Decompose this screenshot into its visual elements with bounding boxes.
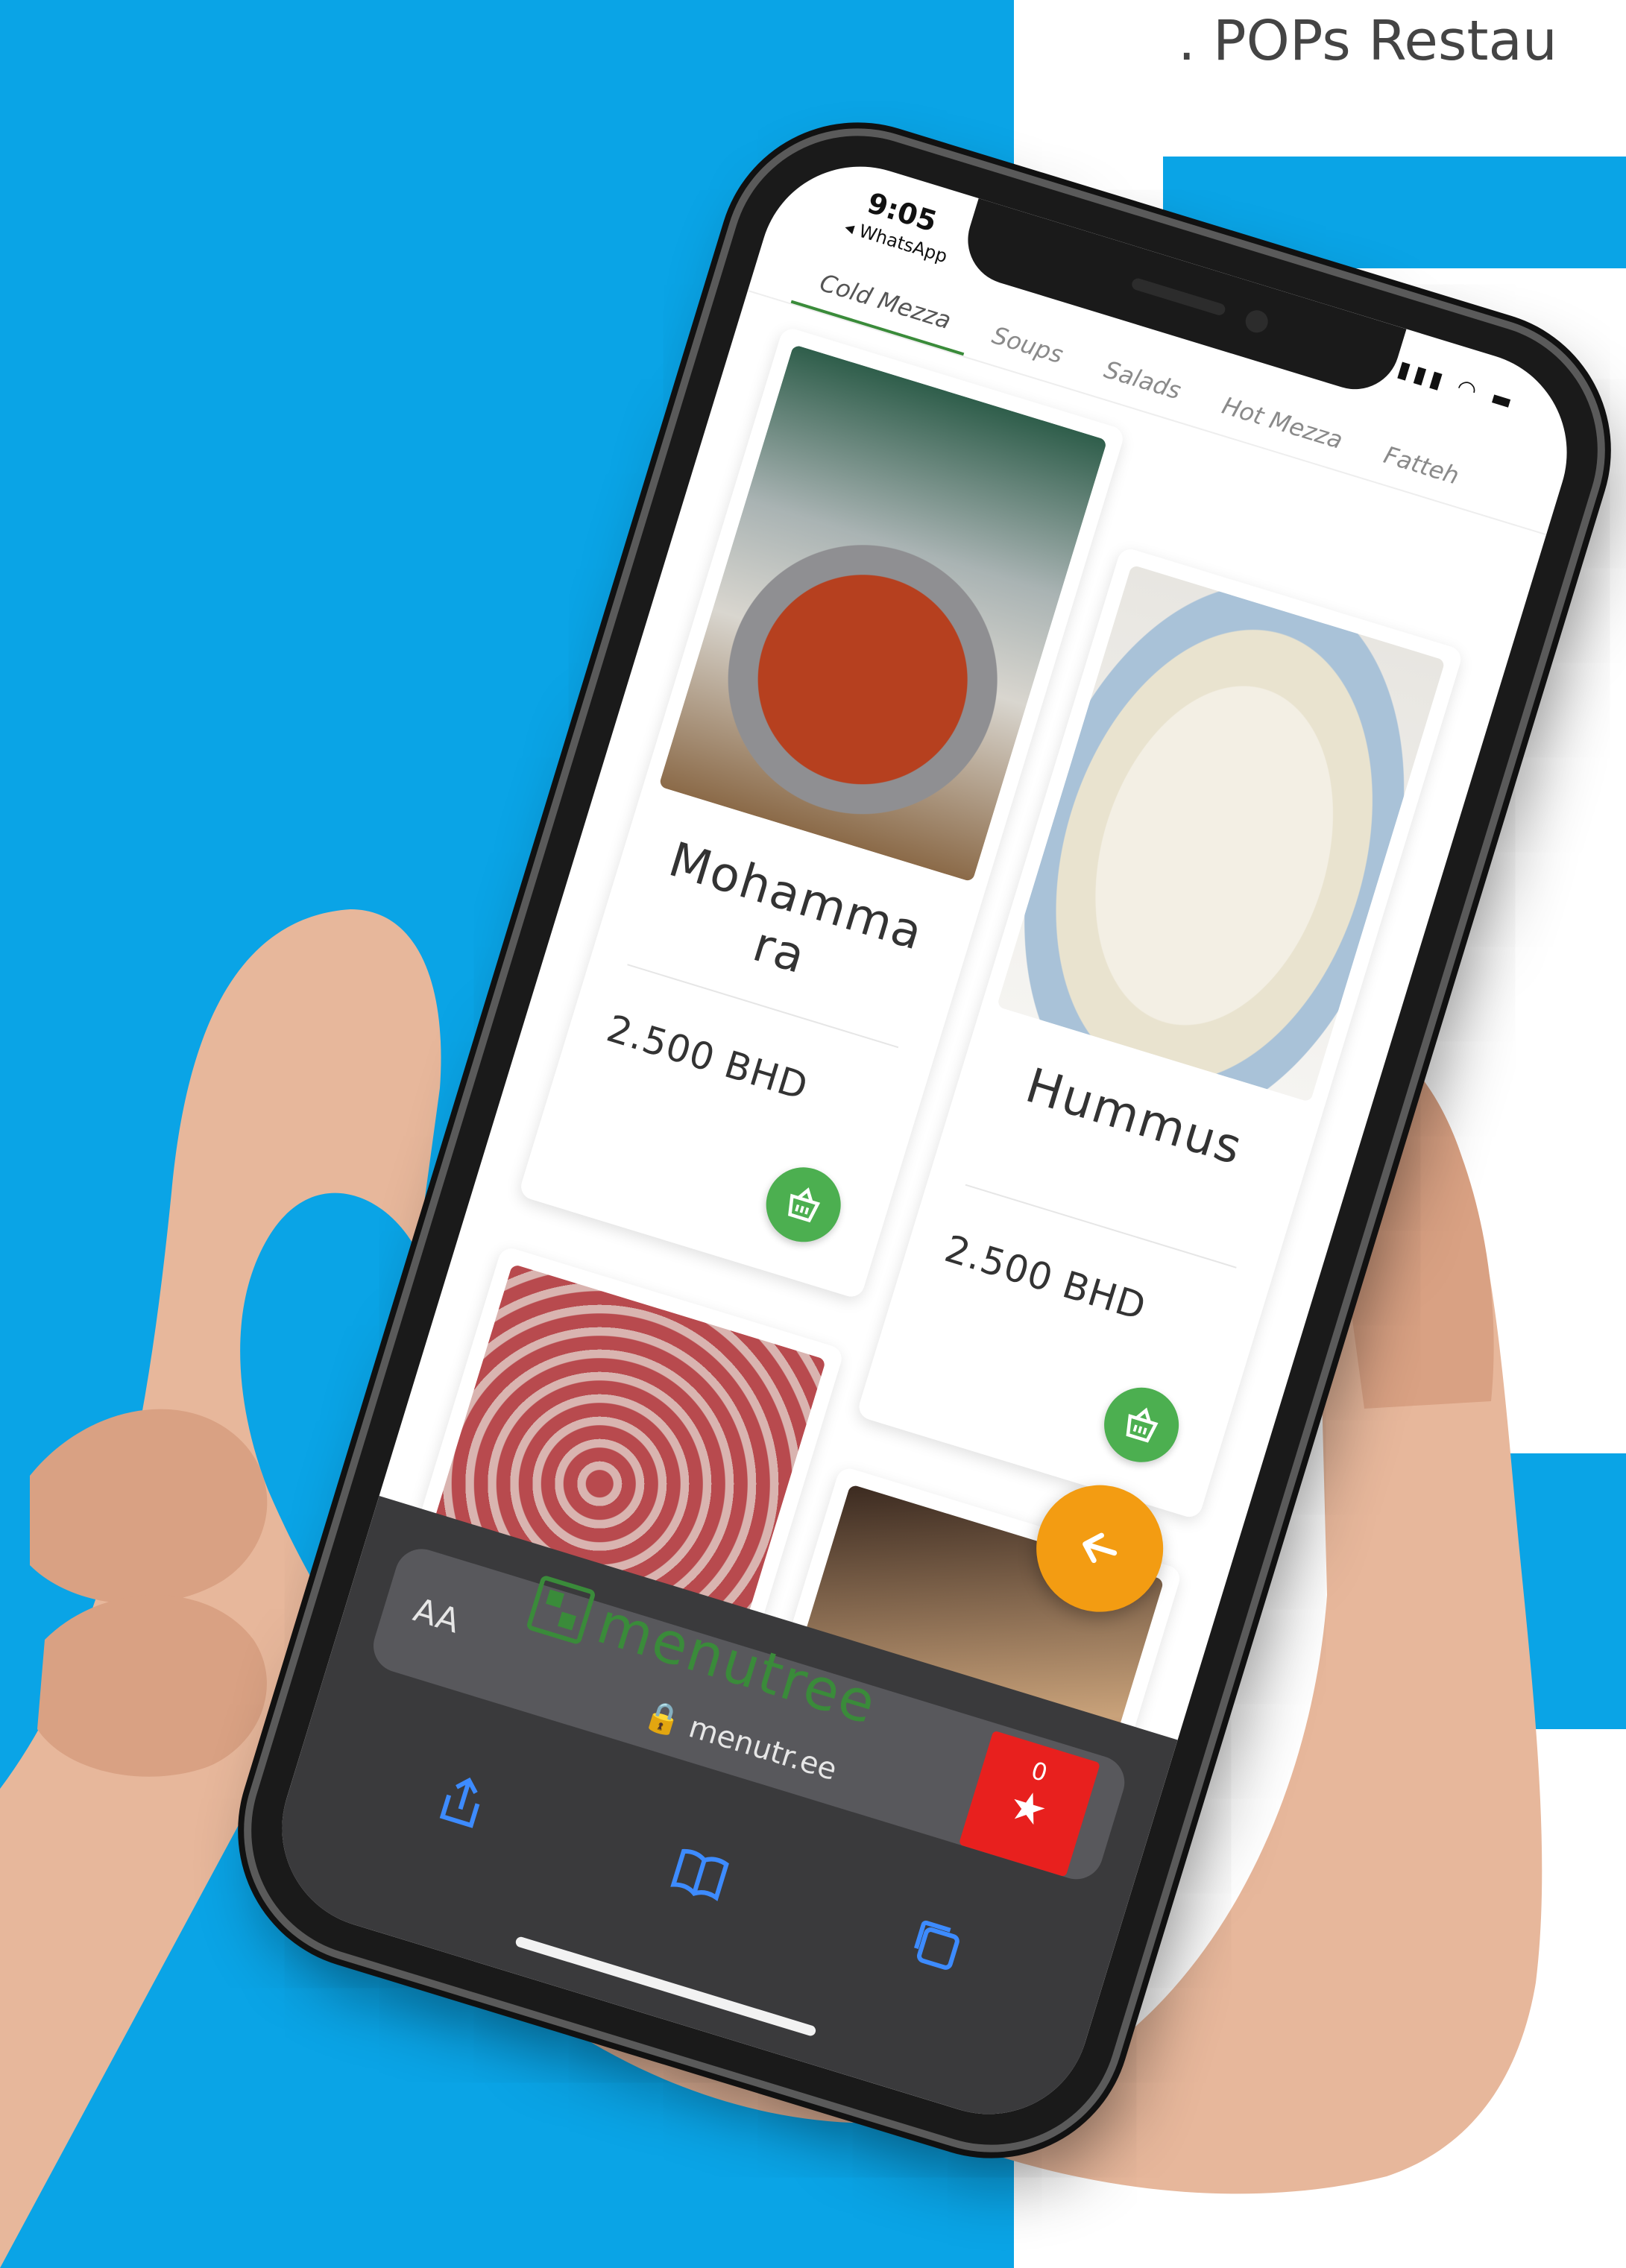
arrow-left-icon [1083, 1532, 1118, 1564]
restaurant-header-text: . POPs Restau [1178, 9, 1557, 73]
dish-price: 2.500 BHD [939, 1227, 1151, 1329]
dish-photo [996, 564, 1446, 1103]
dish-price: 2.500 BHD [602, 1006, 813, 1109]
bookmarks-button[interactable] [658, 1833, 742, 1916]
front-camera [1242, 307, 1271, 336]
share-button[interactable] [420, 1760, 504, 1843]
dish-photo [658, 344, 1108, 882]
signal-wifi-battery-icons: ▮▮▮ ◠ ▬ [1394, 356, 1520, 417]
basket-icon [1126, 1407, 1159, 1443]
tabs-icon [914, 1921, 960, 1970]
book-icon [670, 1848, 729, 1901]
share-icon [439, 1777, 480, 1828]
add-to-cart-button[interactable] [757, 1157, 851, 1251]
add-to-cart-button[interactable] [1094, 1378, 1188, 1472]
basket-icon [788, 1187, 821, 1223]
tabs-button[interactable] [895, 1905, 979, 1989]
speaker-grille [1130, 277, 1227, 317]
